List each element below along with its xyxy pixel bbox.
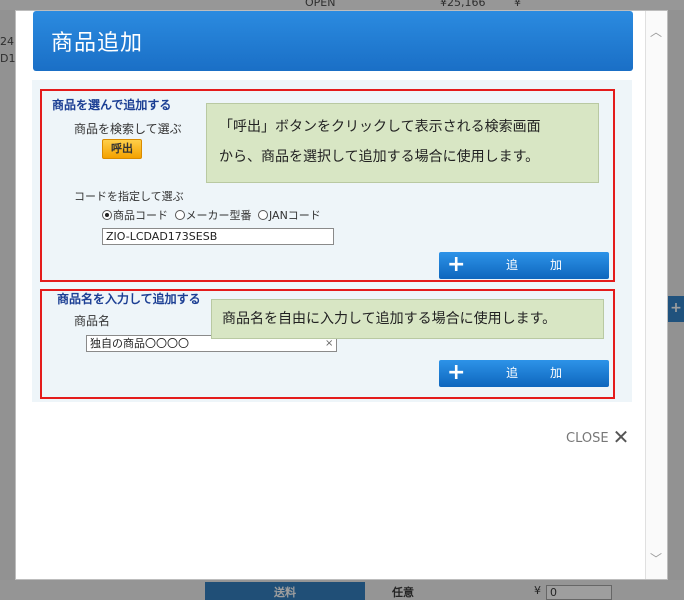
product-name-label: 商品名: [74, 314, 111, 328]
radio-label: 商品コード: [113, 209, 168, 222]
enter-name-title: 商品名を入力して追加する: [57, 292, 201, 306]
chevron-up-icon[interactable]: ︿: [650, 23, 662, 40]
callout-line: から、商品を選択して追加する場合に使用します。: [219, 149, 540, 165]
call-button[interactable]: 呼出: [102, 139, 142, 159]
name-help-callout: 商品名を自由に入力して追加する場合に使用します。: [211, 299, 604, 339]
modal-header: 商品追加: [33, 11, 633, 71]
modal-title: 商品追加: [51, 31, 144, 56]
close-label: CLOSE: [566, 431, 609, 446]
add-button-label: 追 加: [506, 258, 573, 272]
search-label: 商品を検索して選ぶ: [74, 122, 182, 136]
plus-icon: +: [447, 360, 466, 385]
close-icon: ✕: [612, 425, 630, 449]
radio-maker-model[interactable]: [174, 210, 185, 220]
modal-scrollbar[interactable]: ︿ ﹀: [645, 11, 667, 579]
add-button-label: 追 加: [506, 366, 573, 380]
clear-icon[interactable]: ×: [325, 338, 333, 349]
add-by-code-button[interactable]: + 追 加: [439, 252, 609, 279]
code-label: コードを指定して選ぶ: [74, 190, 184, 203]
plus-icon: +: [447, 252, 466, 277]
radio-label: JANコード: [269, 209, 321, 222]
code-input[interactable]: ZIO-LCDAD173SESB: [102, 228, 334, 245]
select-product-title: 商品を選んで追加する: [52, 98, 172, 112]
add-by-name-button[interactable]: + 追 加: [439, 360, 609, 387]
radio-jan-code[interactable]: [258, 210, 268, 220]
code-type-radio-group: 商品コード メーカー型番 JANコード: [102, 207, 321, 223]
radio-product-code[interactable]: [102, 210, 112, 220]
close-button[interactable]: CLOSE ✕: [566, 425, 629, 449]
chevron-down-icon[interactable]: ﹀: [650, 550, 662, 567]
callout-line: 「呼出」ボタンをクリックして表示される検索画面: [219, 119, 541, 135]
radio-label: メーカー型番: [185, 209, 252, 222]
select-help-callout: 「呼出」ボタンをクリックして表示される検索画面 から、商品を選択して追加する場合…: [206, 103, 599, 183]
